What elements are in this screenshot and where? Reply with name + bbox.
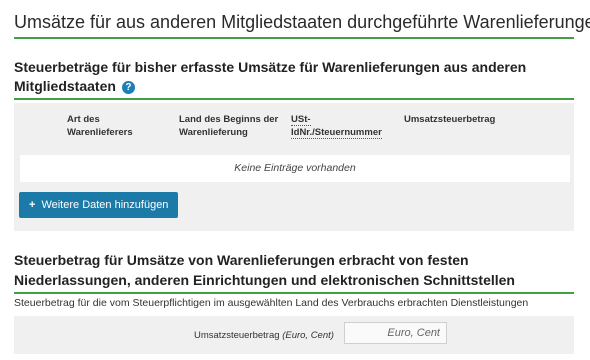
page-title: Umsätze für aus anderen Mitgliedstaaten … xyxy=(14,12,590,32)
help-icon[interactable]: ? xyxy=(121,81,135,94)
section-description: Steuerbetrag für die vom Steuerpflichtig… xyxy=(14,297,529,309)
section-heading-recorded-sales: Steuerbeträge für bisher erfasste Umsätz… xyxy=(14,58,554,96)
section-heading-text: Steuerbeträge für bisher erfasste Umsätz… xyxy=(14,59,527,94)
vat-amount-label-text: Umsatzsteuerbetrag xyxy=(194,330,280,341)
column-header-supplier-type: Art des Warenlieferers xyxy=(67,114,133,138)
section-divider-2 xyxy=(14,292,574,294)
add-more-data-button[interactable]: + Weitere Daten hinzufügen xyxy=(19,192,179,218)
section-heading-establishments: Steuerbetrag für Umsätze von Warenliefer… xyxy=(14,252,515,288)
column-header-vat-id[interactable]: USt-IdNr./Steuernummer xyxy=(291,113,396,139)
vat-amount-field-row: Umsatzsteuerbetrag (Euro, Cent) xyxy=(14,316,574,354)
vat-amount-input[interactable] xyxy=(344,322,447,344)
page: Umsätze für aus anderen Mitgliedstaaten … xyxy=(0,0,590,360)
empty-table-message: Keine Einträge vorhanden xyxy=(20,155,570,182)
vat-amount-unit: (Euro, Cent) xyxy=(282,330,334,341)
add-button-label: Weitere Daten hinzufügen xyxy=(41,199,169,211)
vat-id-abbreviation[interactable]: USt-IdNr./Steuernummer xyxy=(291,114,382,139)
column-header-origin-country: Land des Beginns der Warenlieferung xyxy=(179,114,279,138)
title-divider xyxy=(14,37,574,39)
column-header-vat-amount: Umsatzsteuerbetrag xyxy=(404,114,496,125)
section-divider xyxy=(14,98,574,100)
plus-icon: + xyxy=(29,199,36,211)
vat-amount-label: Umsatzsteuerbetrag (Euro, Cent) xyxy=(194,329,334,342)
